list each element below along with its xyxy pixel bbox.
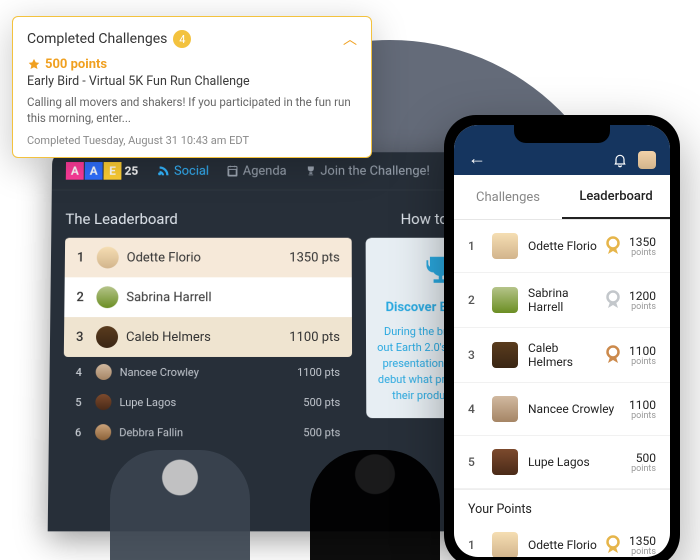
avatar	[95, 424, 111, 440]
rank: 2	[468, 293, 482, 307]
leaderboard-row[interactable]: 1 Odette Florio1350 pts	[65, 238, 352, 278]
nav-social-label: Social	[174, 164, 209, 179]
leaderboard-column: The Leaderboard 1 Odette Florio1350 pts 2 S…	[63, 202, 353, 447]
player-name: Lupe Lagos	[528, 455, 631, 469]
rank: 1	[77, 250, 95, 265]
nav-social[interactable]: Social	[158, 164, 209, 179]
star-icon	[27, 58, 41, 72]
phone-leaderboard-list[interactable]: 1 Odette Florio 1350points 2 Sabrina Harrell…	[454, 220, 670, 557]
medal-icon	[605, 535, 621, 555]
player-name: Sabrina Harrell	[126, 290, 340, 305]
cc-points: 500 points	[27, 57, 357, 72]
cc-points-label: 500 points	[45, 57, 107, 72]
cc-title-text: Completed Challenges	[27, 31, 167, 47]
your-points-row[interactable]: 1 Odette Florio 1350points	[454, 519, 670, 557]
tab-leaderboard[interactable]: Leaderboard	[562, 175, 670, 219]
rank: 5	[75, 396, 93, 409]
rank: 6	[75, 426, 93, 439]
avatar	[492, 532, 518, 557]
avatar	[96, 326, 118, 348]
player-points: 1200points	[629, 289, 656, 312]
cc-body: Calling all movers and shakers! If you p…	[27, 95, 357, 126]
avatar	[97, 247, 119, 269]
rank: 4	[468, 402, 482, 416]
player-name: Nancee Crowley	[528, 402, 629, 416]
phone-leaderboard-row[interactable]: 5 Lupe Lagos500points	[454, 436, 670, 489]
player-points: 500 pts	[303, 396, 340, 409]
cc-count-badge: 4	[173, 30, 191, 48]
back-icon[interactable]: ←	[468, 148, 486, 169]
player-points: 1100points	[629, 398, 656, 421]
phone-leaderboard-row[interactable]: 4 Nancee Crowley1100points	[454, 383, 670, 436]
player-name: Debbra Fallin	[119, 426, 303, 439]
aae-logo: AAE25	[66, 162, 141, 180]
phone-leaderboard-row[interactable]: 3 Caleb Helmers 1100points	[454, 328, 670, 383]
nav-agenda-label: Agenda	[243, 164, 287, 179]
player-name: Odette Florio	[528, 538, 605, 552]
rank: 3	[76, 330, 94, 345]
completed-challenges-card: Completed Challenges 4 ︿ 500 points Earl…	[12, 16, 372, 158]
nav-join[interactable]: Join the Challenge!	[304, 164, 429, 179]
player-name: Lupe Lagos	[119, 396, 303, 409]
player-points: 1100 pts	[297, 365, 340, 378]
phone-tabs: Challenges Leaderboard	[454, 175, 670, 220]
cc-timestamp: Completed Tuesday, August 31 10:43 am ED…	[27, 134, 357, 147]
avatar	[492, 449, 518, 475]
rank: 1	[468, 239, 482, 253]
avatar	[96, 364, 112, 380]
medal-icon	[605, 290, 621, 310]
avatar	[95, 394, 111, 410]
tab-challenges-label: Challenges	[476, 190, 540, 205]
nav-join-label: Join the Challenge!	[320, 164, 429, 179]
player-name: Odette Florio	[528, 239, 605, 253]
tab-leaderboard-label: Leaderboard	[579, 189, 652, 204]
player-points: 1100points	[629, 344, 656, 367]
rank: 4	[76, 365, 94, 378]
bell-icon[interactable]	[612, 152, 628, 168]
nav-agenda[interactable]: Agenda	[227, 164, 287, 179]
player-name: Caleb Helmers	[126, 330, 289, 345]
player-points: 1100 pts	[289, 330, 340, 345]
player-points: 1350 pts	[289, 250, 340, 265]
phone-notch	[514, 125, 610, 143]
leaderboard-row[interactable]: 4 Nancee Crowley1100 pts	[63, 357, 352, 387]
avatar	[492, 396, 518, 422]
rank: 1	[468, 538, 482, 552]
player-name: Sabrina Harrell	[528, 286, 605, 314]
player-name: Odette Florio	[127, 250, 290, 265]
avatar	[492, 233, 518, 259]
chevron-up-icon[interactable]: ︿	[343, 29, 357, 49]
avatar[interactable]	[638, 151, 656, 169]
leaderboard-title: The Leaderboard	[65, 210, 351, 228]
calendar-icon	[227, 165, 239, 177]
avatar	[492, 287, 518, 313]
player-points: 1350points	[629, 235, 656, 258]
your-points-header: Your Points	[454, 489, 670, 519]
medal-icon	[605, 236, 621, 256]
trophy-icon	[304, 165, 316, 177]
tab-challenges[interactable]: Challenges	[454, 175, 562, 219]
rank: 5	[468, 455, 482, 469]
cc-subtitle: Early Bird - Virtual 5K Fun Run Challeng…	[27, 74, 357, 89]
player-points: 500 pts	[303, 426, 340, 439]
phone-leaderboard-row[interactable]: 2 Sabrina Harrell 1200points	[454, 273, 670, 328]
phone-leaderboard-row[interactable]: 1 Odette Florio 1350points	[454, 220, 670, 273]
leaderboard-row[interactable]: 3 Caleb Helmers1100 pts	[64, 317, 352, 357]
cc-title[interactable]: Completed Challenges 4	[27, 30, 191, 48]
player-name: Nancee Crowley	[120, 365, 297, 378]
rss-icon	[158, 165, 170, 177]
leaderboard-row[interactable]: 5 Lupe Lagos500 pts	[63, 387, 352, 417]
player-name: Caleb Helmers	[528, 341, 605, 369]
avatar	[492, 342, 518, 368]
rank: 3	[468, 348, 482, 362]
leaderboard-row[interactable]: 2 Sabrina Harrell	[64, 277, 352, 317]
player-points: 1350points	[629, 534, 656, 557]
rank: 2	[76, 290, 94, 305]
medal-icon	[605, 345, 621, 365]
player-points: 500points	[631, 451, 656, 474]
phone-frame: ← Challenges Leaderboard 1Odette Florio1…	[444, 115, 680, 560]
avatar	[96, 286, 118, 308]
